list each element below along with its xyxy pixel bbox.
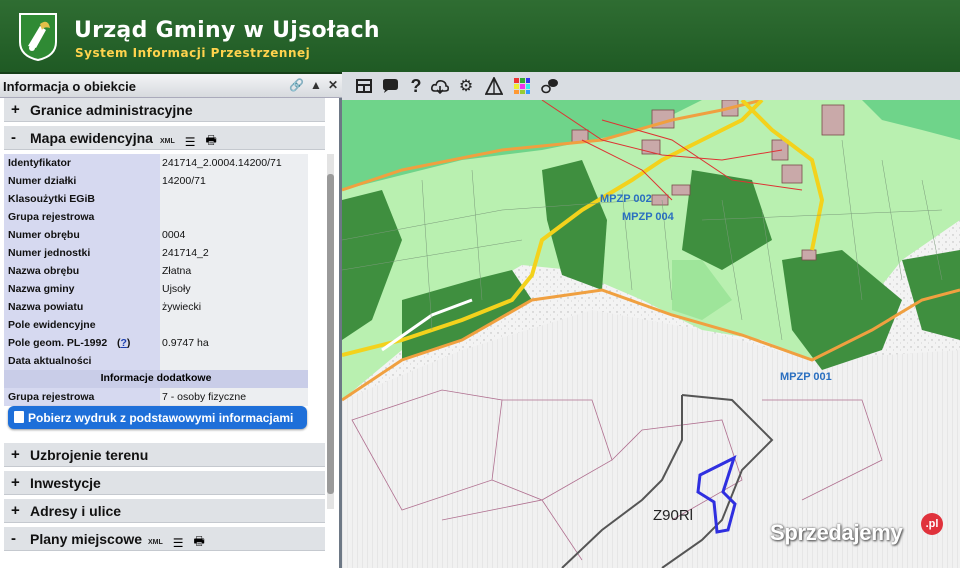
section-label: Inwestycje xyxy=(30,475,101,491)
extra-info-header: Informacje dodatkowe xyxy=(4,370,308,388)
attribute-key: Data aktualności xyxy=(8,355,92,367)
print-icon[interactable]: 🖶 xyxy=(194,532,205,553)
settings-icon[interactable]: ⚙ xyxy=(456,76,476,96)
municipality-crest-icon xyxy=(19,13,57,62)
attribute-key: Nazwa obrębu xyxy=(8,265,80,277)
attribute-row: Numer jednostki 241714_2 xyxy=(4,244,308,262)
panel-header: Informacja o obiekcie 🔗 ▲ ✕ xyxy=(0,74,342,98)
section-adresy[interactable]: + Adresy i ulice xyxy=(4,499,325,523)
attribute-value: Złatna xyxy=(162,265,192,277)
attribute-row: Nazwa gminy Ujsoły xyxy=(4,280,308,298)
attribute-key: Klasoużytki EGiB xyxy=(8,193,95,205)
list-icon[interactable]: ☰ xyxy=(185,135,196,149)
attribute-key: Nazwa gminy xyxy=(8,283,75,295)
collapse-section-icon[interactable]: - xyxy=(11,530,16,547)
attribute-key: Numer obrębu xyxy=(8,229,80,241)
attribute-row: Numer działki 14200/71 xyxy=(4,172,308,190)
document-icon xyxy=(14,411,24,423)
attribute-row: Identyfikator 241714_2.0004.14200/71 xyxy=(4,154,308,172)
attribute-row: Nazwa powiatu żywiecki xyxy=(4,298,308,316)
color-grid-icon[interactable] xyxy=(512,76,532,96)
panel-title: Informacja o obiekcie xyxy=(3,79,136,94)
map-label-mpzp002: MPZP 002 xyxy=(600,193,652,205)
map-drawing: MPZP 002 MPZP 004 MPZP 001 Z90Rl xyxy=(342,100,960,568)
expand-icon[interactable]: + xyxy=(11,446,20,463)
expand-icon[interactable]: + xyxy=(11,502,20,519)
link-icon[interactable]: 🔗 xyxy=(289,78,304,92)
download-report-button[interactable]: Pobierz wydruk z podstawowymi informacja… xyxy=(8,406,307,429)
collapse-section-icon[interactable]: - xyxy=(11,129,16,146)
help-link[interactable]: (?) xyxy=(117,337,130,349)
section-label: Mapa ewidencyjna xyxy=(30,130,153,146)
map-label-mpzp001: MPZP 001 xyxy=(780,371,832,383)
measure-icon[interactable] xyxy=(484,76,504,96)
attribute-row: Grupa rejestrowa xyxy=(4,208,308,226)
attribute-row: Klasoużytki EGiB xyxy=(4,190,308,208)
attribute-value: 0004 xyxy=(162,229,186,241)
list-icon[interactable]: ☰ xyxy=(173,536,184,550)
map-label-mpzp004: MPZP 004 xyxy=(622,211,675,223)
layout-icon[interactable] xyxy=(354,76,374,96)
attribute-row: Pole geom. PL-1992 (?) 0.9747 ha xyxy=(4,334,308,352)
attribute-key: Numer jednostki xyxy=(8,247,91,259)
attribute-row: Grupa rejestrowa 7 - osoby fizyczne xyxy=(4,388,308,406)
section-inwestycje[interactable]: + Inwestycje xyxy=(4,471,325,495)
section-label: Granice administracyjne xyxy=(30,102,193,118)
attribute-row: Numer obrębu 0004 xyxy=(4,226,308,244)
attribute-row: Nazwa obrębu Złatna xyxy=(4,262,308,280)
attribute-value: 241714_2.0004.14200/71 xyxy=(162,157,282,169)
attribute-value: Ujsoły xyxy=(162,283,191,295)
section-uzbrojenie[interactable]: + Uzbrojenie terenu xyxy=(4,443,325,467)
attribute-table: Identyfikator 241714_2.0004.14200/71 Numer… xyxy=(4,154,308,406)
section-label: Uzbrojenie terenu xyxy=(30,447,149,463)
attribute-value: 14200/71 xyxy=(162,175,206,187)
attribute-key: Pole geom. PL-1992 xyxy=(8,337,108,349)
expand-icon[interactable]: + xyxy=(11,101,20,118)
attribute-value: 0.9747 ha xyxy=(162,337,209,349)
speech-bubble-icon[interactable] xyxy=(380,76,400,96)
map-canvas[interactable]: MPZP 002 MPZP 004 MPZP 001 Z90Rl xyxy=(342,100,960,568)
share-icon[interactable] xyxy=(540,76,560,96)
cloud-icon[interactable] xyxy=(430,76,450,96)
attribute-key: Nazwa powiatu xyxy=(8,301,84,313)
map-label-zone: Z90Rl xyxy=(653,507,693,524)
watermark-badge: .pl xyxy=(921,513,943,535)
close-icon[interactable]: ✕ xyxy=(328,78,338,92)
app-subtitle: System Informacji Przestrzennej xyxy=(75,46,311,60)
print-icon[interactable]: 🖶 xyxy=(206,131,217,152)
attribute-key: Identyfikator xyxy=(8,157,72,169)
attribute-row: Data aktualności xyxy=(4,352,308,370)
attribute-row: Pole ewidencyjne xyxy=(4,316,308,334)
attribute-key: Grupa rejestrowa xyxy=(8,211,95,223)
watermark-text: Sprzedajemy xyxy=(770,520,903,545)
help-icon[interactable]: ? xyxy=(406,76,426,96)
section-label: Adresy i ulice xyxy=(30,503,122,519)
attribute-key: Grupa rejestrowa xyxy=(8,391,95,403)
attribute-value: 7 - osoby fizyczne xyxy=(162,391,247,403)
expand-icon[interactable]: + xyxy=(11,474,20,491)
section-mapa-ewidencyjna[interactable]: - Mapa ewidencyjna XML ☰ 🖶 xyxy=(4,126,325,150)
collapse-icon[interactable]: ▲ xyxy=(310,78,322,92)
object-info-panel: Informacja o obiekcie 🔗 ▲ ✕ + Granice ad… xyxy=(0,74,342,568)
attribute-value: żywiecki xyxy=(162,301,202,313)
map-toolbar: ? ⚙ xyxy=(342,72,960,101)
section-granice[interactable]: + Granice administracyjne xyxy=(4,98,325,122)
app-header: Urząd Gminy w Ujsołach System Informacji… xyxy=(0,0,960,74)
attribute-key: Numer działki xyxy=(8,175,77,187)
attribute-value: 241714_2 xyxy=(162,247,209,259)
scrollbar-thumb[interactable] xyxy=(327,174,334,494)
section-label: Plany miejscowe xyxy=(30,531,143,547)
xml-export-icon[interactable]: XML xyxy=(148,539,163,546)
attribute-key: Pole ewidencyjne xyxy=(8,319,96,331)
xml-export-icon[interactable]: XML xyxy=(160,138,175,145)
section-plany[interactable]: - Plany miejscowe XML ☰ 🖶 xyxy=(4,527,325,551)
app-title: Urząd Gminy w Ujsołach xyxy=(74,18,380,43)
panel-scrollbar[interactable] xyxy=(327,154,334,509)
